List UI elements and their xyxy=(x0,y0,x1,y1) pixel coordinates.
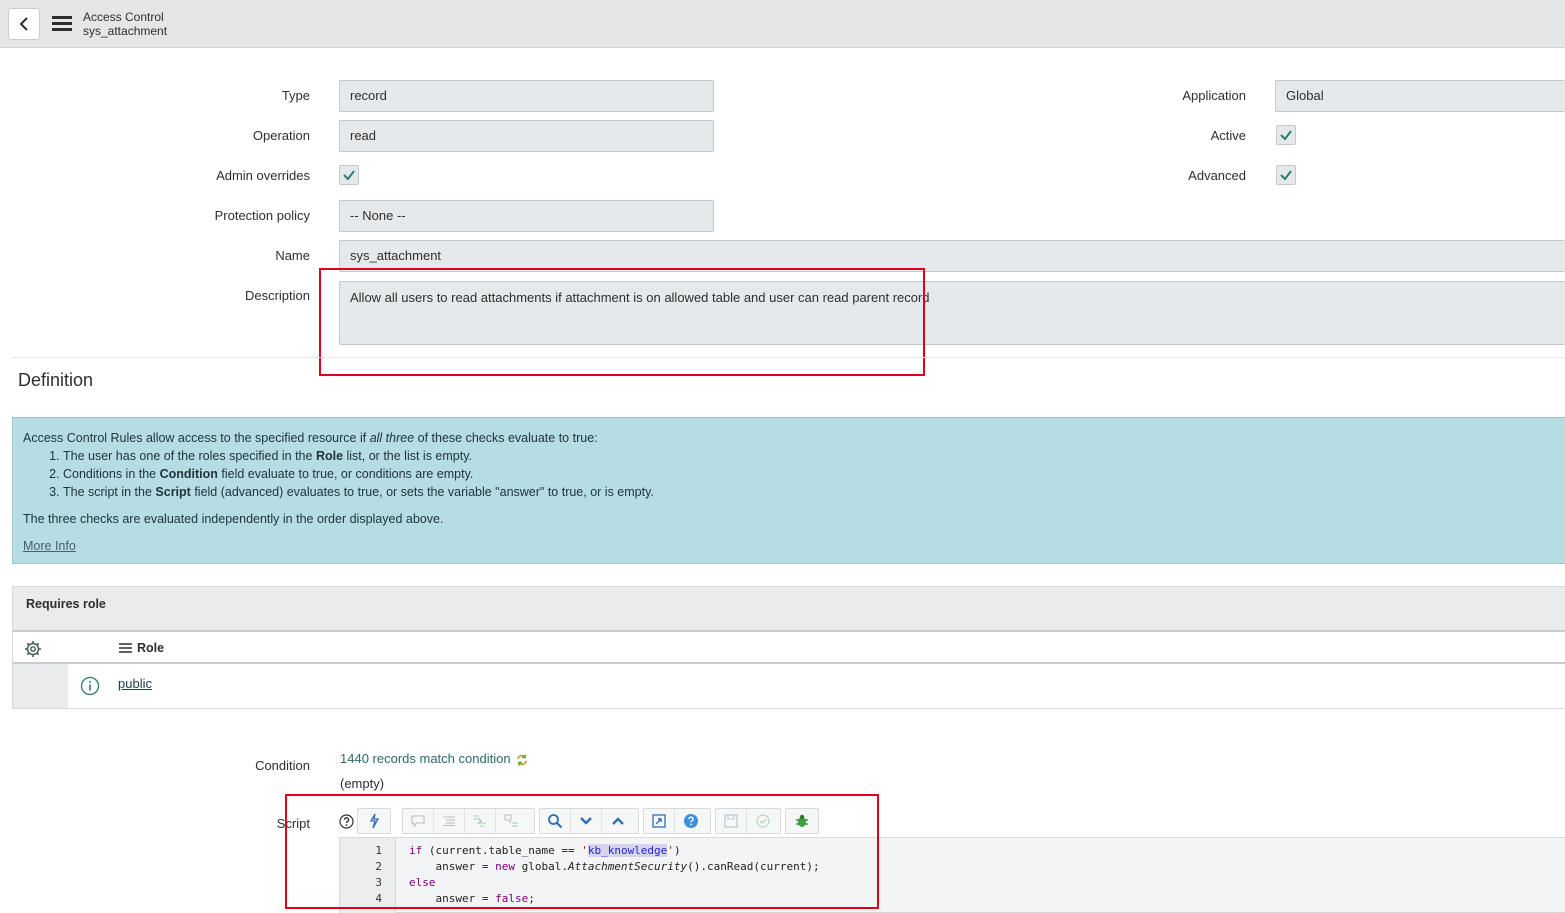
operation-label: Operation xyxy=(252,128,310,143)
script-label: Script xyxy=(276,816,310,831)
requires-role-title: Requires role xyxy=(13,587,1565,632)
form-subtitle: sys_attachment xyxy=(83,24,168,38)
info-item: The script in the Script field (advanced… xyxy=(63,483,1555,501)
advanced-label: Advanced xyxy=(1188,168,1246,183)
info-icon[interactable] xyxy=(80,676,100,696)
info-intro: Access Control Rules allow access to the… xyxy=(23,431,598,445)
refresh-icon[interactable] xyxy=(516,754,528,766)
operation-field[interactable]: read xyxy=(339,120,714,152)
condition-records-link[interactable]: 1440 records match condition xyxy=(340,751,528,766)
condition-label: Condition xyxy=(255,758,310,773)
form-header: Access Control sys_attachment xyxy=(0,0,1565,48)
active-checkbox[interactable] xyxy=(1276,125,1296,145)
requires-role-list: Requires role Role public xyxy=(12,586,1565,709)
form-title: Access Control xyxy=(83,10,164,24)
application-label: Application xyxy=(1182,88,1246,103)
gear-icon[interactable] xyxy=(24,640,42,658)
back-button[interactable] xyxy=(8,8,40,40)
type-field[interactable]: record xyxy=(339,80,714,112)
admin-overrides-label: Admin overrides xyxy=(216,168,310,183)
info-check-list: The user has one of the roles specified … xyxy=(63,447,1555,501)
highlight-box-script xyxy=(285,794,879,909)
protection-policy-select[interactable]: -- None -- xyxy=(339,200,714,232)
acl-info-message: Access Control Rules allow access to the… xyxy=(12,417,1565,564)
definition-title: Definition xyxy=(18,370,94,390)
role-link[interactable]: public xyxy=(118,676,152,691)
info-item: The user has one of the roles specified … xyxy=(63,447,1555,465)
more-info-link[interactable]: More Info xyxy=(23,537,76,555)
table-row: public xyxy=(13,664,1565,708)
admin-overrides-checkbox[interactable] xyxy=(339,165,359,185)
info-note: The three checks are evaluated independe… xyxy=(23,512,444,526)
info-item: Conditions in the Condition field evalua… xyxy=(63,465,1555,483)
checkmark-icon xyxy=(1280,170,1292,181)
section-divider xyxy=(12,357,1565,358)
checkmark-icon xyxy=(343,170,355,181)
column-menu-icon[interactable] xyxy=(119,643,132,653)
hamburger-menu-icon[interactable] xyxy=(52,16,72,32)
protection-policy-label: Protection policy xyxy=(214,208,310,223)
chevron-left-icon xyxy=(19,17,28,31)
active-label: Active xyxy=(1210,128,1246,143)
description-label: Description xyxy=(244,288,310,303)
highlight-box-description xyxy=(319,268,925,376)
name-label: Name xyxy=(275,248,310,263)
row-selector[interactable] xyxy=(13,664,68,708)
checkmark-icon xyxy=(1280,130,1292,141)
role-list-header: Role xyxy=(13,632,1565,664)
condition-value: (empty) xyxy=(340,776,385,791)
advanced-checkbox[interactable] xyxy=(1276,165,1296,185)
application-field[interactable]: Global xyxy=(1275,80,1565,112)
type-label: Type xyxy=(281,88,310,103)
role-column-header[interactable]: Role xyxy=(137,641,164,655)
